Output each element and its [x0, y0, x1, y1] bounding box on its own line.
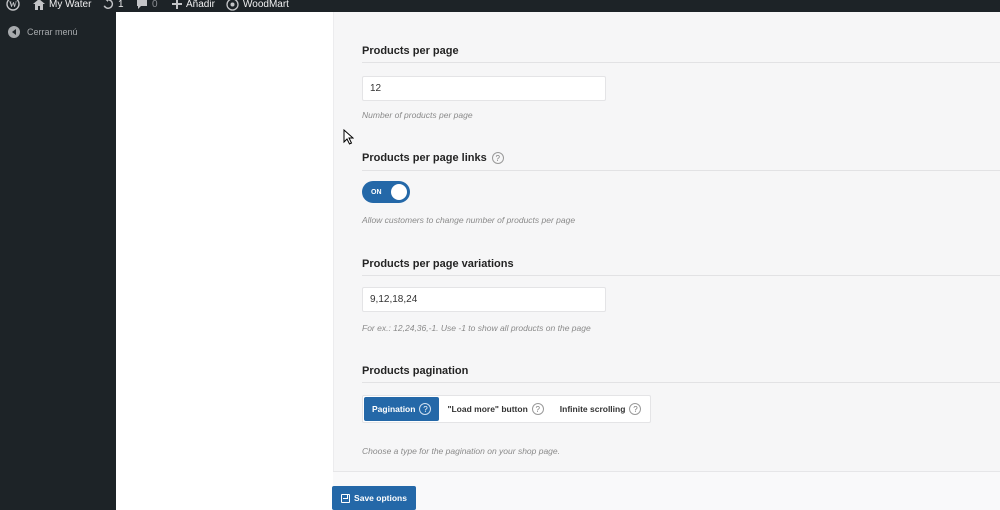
site-name-link[interactable]: My Water: [33, 0, 91, 12]
comments-count: 0: [152, 0, 158, 10]
toggle-knob: [391, 184, 407, 200]
theme-link[interactable]: WoodMart: [226, 0, 289, 12]
pagination-type-selector: Pagination ? "Load more" button ? Infini…: [362, 395, 652, 423]
section-title: Products per page variations: [362, 258, 514, 270]
wordpress-logo-icon[interactable]: W: [6, 0, 20, 12]
section-title: Products per page: [362, 45, 459, 57]
pagination-option-load-more[interactable]: "Load more" button ?: [439, 397, 551, 421]
pagination-option-pagination[interactable]: Pagination ?: [364, 397, 440, 421]
field-description: Number of products per page: [362, 110, 473, 120]
per-page-links-section: Products per page links ? ON Allow custo…: [362, 151, 1000, 225]
home-icon: [33, 0, 45, 10]
field-description: Choose a type for the pagination on your…: [362, 446, 561, 456]
save-icon: [341, 493, 351, 503]
updates-link[interactable]: 1: [102, 0, 124, 12]
site-name: My Water: [49, 0, 92, 10]
comment-icon: [137, 0, 147, 9]
products-per-page-input[interactable]: 12: [362, 76, 606, 101]
pagination-section: Products pagination Pagination ? "Load m…: [362, 364, 1000, 456]
theme-label: WoodMart: [243, 0, 289, 10]
add-new-label: Añadir: [186, 0, 215, 10]
field-description: Allow customers to change number of prod…: [362, 215, 576, 225]
collapse-menu-button[interactable]: Cerrar menú: [8, 26, 78, 38]
help-icon[interactable]: ?: [629, 403, 642, 415]
help-icon[interactable]: ?: [531, 403, 544, 415]
collapse-arrow-icon: [8, 26, 20, 38]
collapse-menu-label: Cerrar menú: [27, 27, 78, 37]
section-title: Products pagination: [362, 365, 469, 377]
main-content: Products per page 12 Number of products …: [116, 12, 1000, 510]
comments-link[interactable]: 0: [136, 0, 158, 12]
per-page-variations-section: Products per page variations 9,12,18,24 …: [362, 257, 1000, 333]
svg-text:W: W: [9, 0, 17, 9]
plus-icon: [172, 0, 182, 9]
save-options-button[interactable]: Save options: [332, 486, 416, 510]
mouse-cursor-icon: [343, 129, 354, 145]
updates-count: 1: [118, 0, 124, 10]
help-icon[interactable]: ?: [491, 152, 504, 164]
updates-icon: [103, 0, 114, 9]
save-options-label: Save options: [354, 493, 407, 503]
admin-bar: W My Water 1 0 Añadir WoodMart: [0, 0, 1000, 12]
pagination-option-infinite-scrolling[interactable]: Infinite scrolling ?: [552, 397, 650, 421]
options-footer: [333, 471, 1000, 510]
settings-panel: Products per page 12 Number of products …: [333, 12, 1000, 471]
settings-nav-area: [130, 12, 332, 510]
admin-sidebar: Cerrar menú: [0, 12, 116, 510]
field-description: For ex.: 12,24,36,-1. Use -1 to show all…: [362, 323, 591, 333]
help-icon[interactable]: ?: [419, 403, 432, 415]
section-title: Products per page links ?: [362, 151, 1000, 165]
per-page-variations-input[interactable]: 9,12,18,24: [362, 287, 606, 312]
toggle-label: ON: [371, 188, 382, 196]
woodmart-icon: [226, 0, 239, 11]
add-new-link[interactable]: Añadir: [172, 0, 215, 12]
per-page-links-toggle[interactable]: ON: [362, 181, 410, 203]
products-per-page-section: Products per page 12 Number of products …: [362, 44, 1000, 120]
